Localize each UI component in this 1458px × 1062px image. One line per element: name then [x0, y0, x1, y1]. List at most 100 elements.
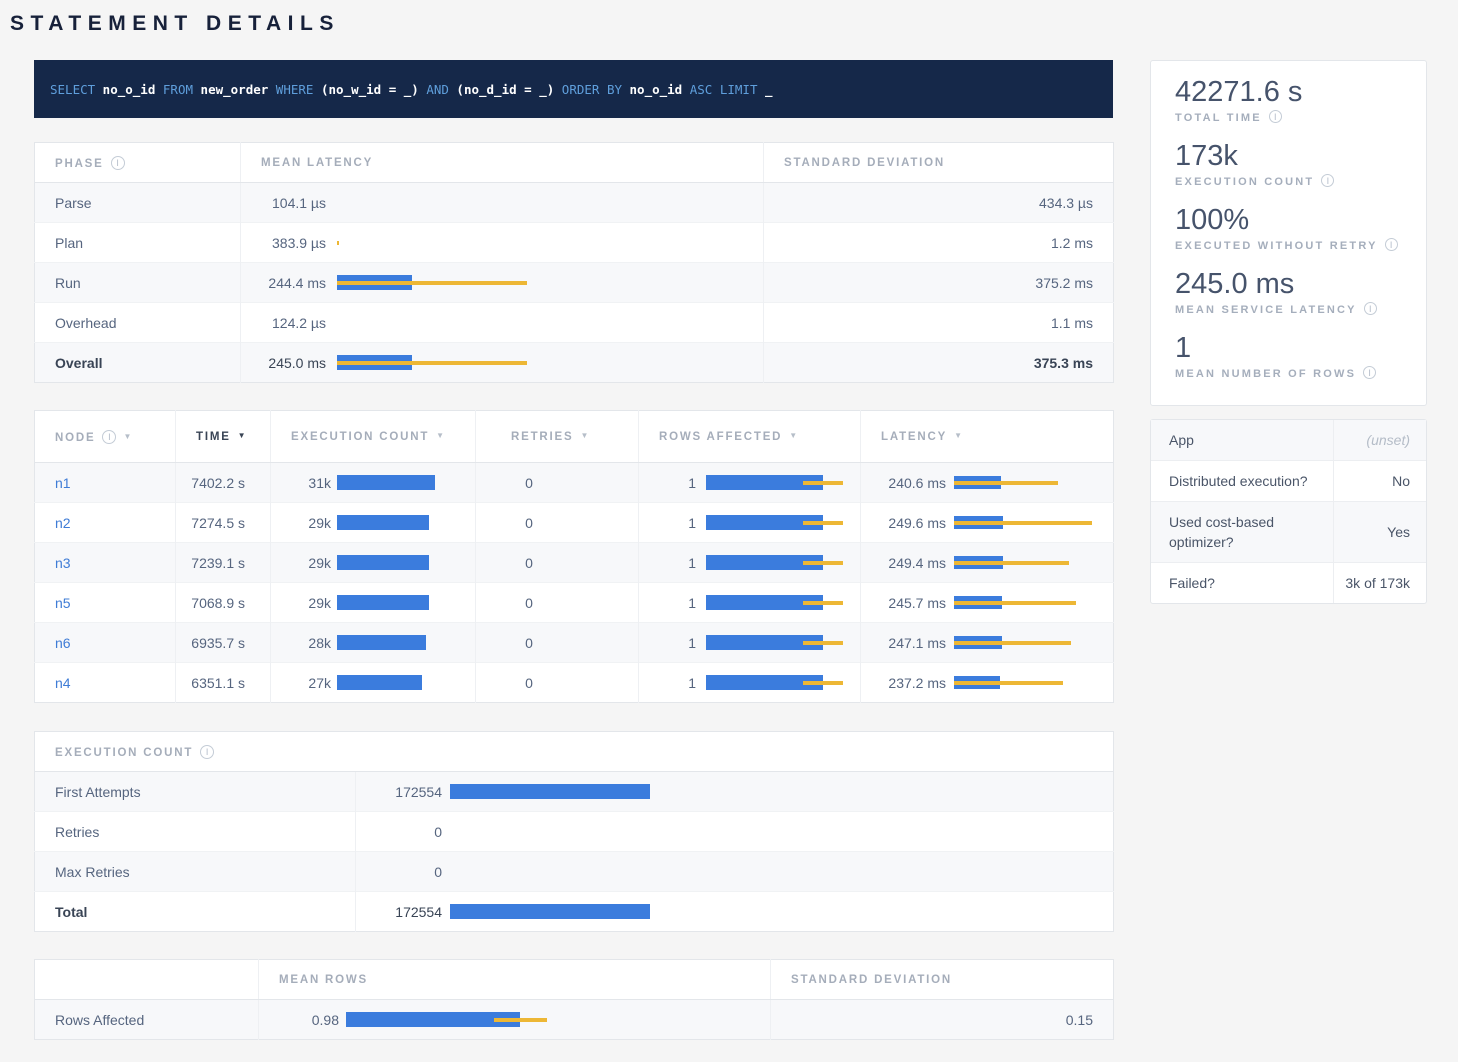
execution-count-cell: 29k: [271, 543, 476, 583]
mean-latency-value: 124.2 µs: [241, 315, 326, 331]
retries-column-header[interactable]: RETRIES▼: [476, 411, 639, 463]
bar-mean-segment: [450, 904, 650, 919]
mean-latency-value: 104.1 µs: [241, 195, 326, 211]
execution-count-number: 0: [356, 824, 442, 840]
latency-bar-chart: [337, 475, 435, 490]
stddev-value-cell: 375.3 ms: [764, 343, 1114, 383]
execution-count-sort-icon[interactable]: ▼: [436, 431, 444, 440]
stat-info-icon[interactable]: i: [1364, 302, 1377, 315]
execution-count-row: Total172554: [35, 892, 1114, 932]
mean-rows-value: 0.98: [259, 1012, 339, 1028]
node-link[interactable]: n5: [55, 595, 71, 611]
mean-rows-column-header: MEAN ROWS: [259, 960, 771, 1000]
rows-affected-sort-icon[interactable]: ▼: [789, 431, 797, 440]
phase-latency-table: PHASEi MEAN LATENCY STANDARD DEVIATION P…: [34, 142, 1114, 383]
execution-count-column-header[interactable]: EXECUTION COUNT▼: [271, 411, 476, 463]
mean-latency-value: 244.4 ms: [241, 275, 326, 291]
stddev-column-header: STANDARD DEVIATION: [764, 143, 1114, 183]
execution-count-label-cell: Max Retries: [35, 852, 356, 892]
stddev-value-cell: 375.2 ms: [764, 263, 1114, 303]
stat-info-icon[interactable]: i: [1321, 174, 1334, 187]
retries-sort-icon[interactable]: ▼: [580, 431, 588, 440]
time-column-header[interactable]: TIME▼: [176, 411, 271, 463]
sidebar: 42271.6 sTOTAL TIMEi173kEXECUTION COUNTi…: [1150, 60, 1427, 604]
time-cell: 7239.1 s: [176, 543, 271, 583]
node-sort-icon[interactable]: ▼: [123, 432, 131, 441]
latency-bar-chart: [954, 636, 1071, 649]
latency-value: 237.2 ms: [861, 675, 946, 691]
time-cell: 7068.9 s: [176, 583, 271, 623]
rows-affected-cell: 1: [639, 503, 861, 543]
node-id-cell: n3: [35, 543, 176, 583]
statement-details-card: App(unset)Distributed execution?NoUsed c…: [1150, 419, 1427, 604]
stat-label: EXECUTED WITHOUT RETRYi: [1175, 238, 1408, 252]
detail-value: (unset): [1333, 420, 1426, 460]
rows-affected-column-header[interactable]: ROWS AFFECTED ▼: [639, 411, 861, 463]
latency-bar-chart: [337, 555, 429, 570]
execution-count-cell: 28k: [271, 623, 476, 663]
node-row: n37239.1 s29k01249.4 ms: [35, 543, 1114, 583]
bar-stddev-segment: [337, 241, 339, 245]
bar-stddev-segment: [954, 681, 1063, 685]
sql-identifier: new_order: [193, 82, 268, 97]
execution-count-value: 29k: [271, 555, 331, 571]
execution-count-number: 0: [356, 864, 442, 880]
latency-bar-chart: [706, 675, 843, 690]
sql-identifier: (no_d_id = _): [449, 82, 554, 97]
stat-info-icon[interactable]: i: [1385, 238, 1398, 251]
execution-count-table-title: EXECUTION COUNT: [55, 747, 193, 759]
node-info-icon[interactable]: i: [102, 430, 116, 444]
bar-stddev-segment: [954, 521, 1092, 525]
stat-info-icon[interactable]: i: [1269, 110, 1282, 123]
execution-count-value-cell: 0: [356, 812, 1114, 852]
mean-latency-cell: 383.9 µs: [241, 223, 764, 263]
latency-cell: 247.1 ms: [861, 623, 1114, 663]
execution-count-cell-content: 31k: [271, 463, 475, 502]
node-stats-table: NODEi▼ TIME▼ EXECUTION COUNT▼ RETRIES▼ R…: [34, 410, 1114, 703]
execution-count-value-content: 0: [356, 852, 1113, 891]
execution-count-value-content: 0: [356, 812, 1113, 851]
execution-count-info-icon[interactable]: i: [200, 745, 214, 759]
latency-bar-chart: [337, 355, 527, 370]
latency-cell-content: 245.7 ms: [861, 583, 1113, 622]
execution-count-value: 28k: [271, 635, 331, 651]
rows-affected-cell: 1: [639, 663, 861, 703]
latency-cell-content: 247.1 ms: [861, 623, 1113, 662]
execution-count-value-content: 172554: [356, 892, 1113, 931]
mean-latency-cell-content: 124.2 µs: [241, 303, 763, 342]
execution-count-cell-content: 28k: [271, 623, 475, 662]
rows-affected-header-label: ROWS AFFECTED: [659, 431, 782, 443]
bar-mean-segment: [337, 635, 426, 650]
latency-sort-icon[interactable]: ▼: [954, 431, 962, 440]
phase-name-cell: Parse: [35, 183, 241, 223]
execution-count-row: Max Retries0: [35, 852, 1114, 892]
detail-label: Distributed execution?: [1151, 461, 1333, 501]
latency-bar-chart: [706, 595, 843, 610]
rows-affected-cell: 1: [639, 623, 861, 663]
node-link[interactable]: n1: [55, 475, 71, 491]
detail-label: Failed?: [1151, 563, 1333, 603]
execution-count-number: 172554: [356, 904, 442, 920]
bar-mean-segment: [337, 555, 429, 570]
latency-bar-chart: [706, 515, 843, 530]
latency-cell: 249.4 ms: [861, 543, 1114, 583]
rows-stddev-value-cell: 0.15: [771, 1000, 1114, 1040]
stat-label: TOTAL TIMEi: [1175, 110, 1408, 124]
latency-column-header[interactable]: LATENCY▼: [861, 411, 1114, 463]
execution-count-row: First Attempts172554: [35, 772, 1114, 812]
node-link[interactable]: n3: [55, 555, 71, 571]
node-link[interactable]: n4: [55, 675, 71, 691]
node-link[interactable]: n6: [55, 635, 71, 651]
node-column-header[interactable]: NODEi▼: [35, 411, 176, 463]
latency-value: 247.1 ms: [861, 635, 946, 651]
retries-cell: 0: [476, 503, 639, 543]
statement-sql-box: SELECT no_o_id FROM new_order WHERE (no_…: [34, 60, 1113, 118]
stat-info-icon[interactable]: i: [1363, 366, 1376, 379]
time-sort-icon[interactable]: ▼: [238, 431, 246, 440]
detail-row: Used cost-based optimizer?Yes: [1151, 501, 1426, 562]
execution-count-value: 31k: [271, 475, 331, 491]
bar-mean-segment: [337, 515, 429, 530]
execution-count-number: 172554: [356, 784, 442, 800]
node-link[interactable]: n2: [55, 515, 71, 531]
phase-info-icon[interactable]: i: [111, 156, 125, 170]
